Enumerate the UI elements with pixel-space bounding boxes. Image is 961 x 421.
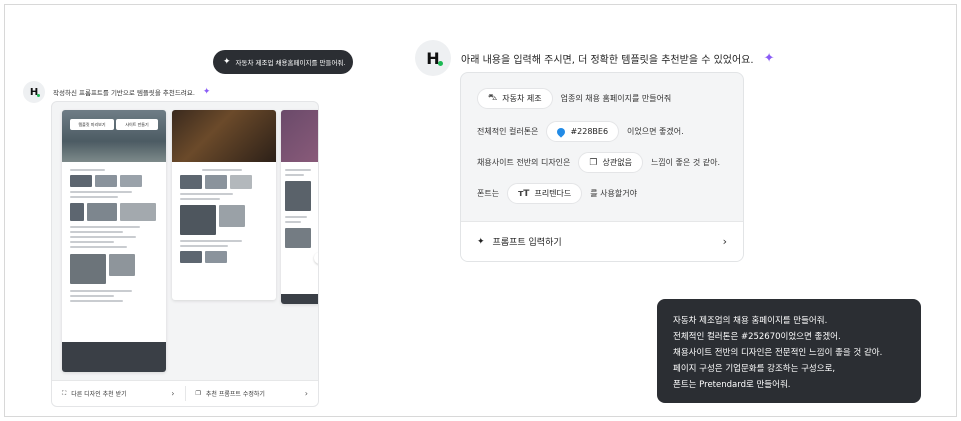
preview-action-bar: ⛶ 다른 디자인 추천 받기 › ❐ 추천 프롬프트 수정하기 › <box>52 380 318 406</box>
app-frame: ✦ 자동차 제조업 채용홈페이지를 만들어줘. H 작성하신 프롬프트를 기반으… <box>4 4 957 417</box>
sparkle-icon: ✦ <box>223 57 231 67</box>
thumbnail-hero-image <box>172 110 276 162</box>
thumbnail-hero-image <box>281 110 318 162</box>
prompt-line: 폰트는 Pretendard로 만들어줘. <box>673 380 791 390</box>
color-drop-icon <box>555 125 568 138</box>
bot-avatar-logo: H <box>415 40 451 76</box>
color-chip[interactable]: #228BE6 <box>546 121 620 142</box>
prompt-line: 채용사이트 전반의 디자인은 전문적인 느낌이 좋을 것 같아. <box>673 348 883 358</box>
prompt-form-card: ⛍ 자동차 제조 업종의 채용 홈페이지를 만들어줘 전체적인 컬러톤은 #22… <box>460 72 744 262</box>
chevron-right-icon: › <box>304 389 308 398</box>
chevron-right-icon: › <box>722 235 727 248</box>
template-thumbnail-3[interactable] <box>281 110 318 304</box>
prompt-line: 자동차 제조업의 채용 홈페이지를 만들어줘. <box>673 316 828 326</box>
sparkle-icon: ✦ <box>202 87 211 97</box>
template-preview-pill[interactable]: 템플릿 미리보기 <box>70 119 114 130</box>
template-thumbnail-1[interactable]: 템플릿 미리보기 사이트 만들기 <box>62 110 166 372</box>
sitemap-icon: ⛶ <box>62 389 67 397</box>
copy-icon: ❐ <box>195 390 201 397</box>
form-row-design: 채용사이트 전반의 디자인은 ❐ 상관없음 느낌이 좋은 것 같아. <box>477 152 720 173</box>
other-design-label: 다른 디자인 추천 받기 <box>71 391 127 398</box>
prompt-input-button[interactable]: ✦ 프롬프트 입력하기 › <box>461 221 743 261</box>
form-row-color: 전체적인 컬러톤은 #228BE6 이었으면 좋겠어. <box>477 121 684 142</box>
form-row-font: 폰트는 тT 프리텐다드 를 사용할거야 <box>477 183 637 204</box>
bot-message-row-right: H 아래 내용을 입력해 주시면, 더 정확한 템플릿을 추천받을 수 있었어요… <box>415 40 774 76</box>
thumbnail-hero-image: 템플릿 미리보기 사이트 만들기 <box>62 110 166 162</box>
template-preview-card: 템플릿 미리보기 사이트 만들기 ⛶ 다른 디자인 추천 받기 › ❐ 추천 프… <box>51 101 319 407</box>
sparkle-icon: ✦ <box>763 50 775 66</box>
other-design-button[interactable]: ⛶ 다른 디자인 추천 받기 › <box>52 381 185 406</box>
prompt-line: 페이지 구성은 기업문화를 강조하는 구성으로, <box>673 364 836 374</box>
form-row-industry: ⛍ 자동차 제조 업종의 채용 홈페이지를 만들어줘 <box>477 88 671 109</box>
template-thumbnail-2[interactable] <box>172 110 276 300</box>
design-chip[interactable]: ❐ 상관없음 <box>578 152 643 173</box>
prompt-input-label: 프롬프트 입력하기 <box>492 238 562 248</box>
bot-avatar-logo: H <box>23 81 45 103</box>
user-message-bubble-small: ✦ 자동차 제조업 채용홈페이지를 만들어줘. <box>213 50 353 74</box>
bot-message-text: 작성하신 프롬프트를 기반으로 템플릿을 추천드려요. <box>53 89 195 97</box>
carousel-next-button[interactable]: › <box>314 252 318 264</box>
layout-icon: ❐ <box>589 157 598 168</box>
edit-prompt-label: 추천 프롬프트 수정하기 <box>205 391 265 398</box>
edit-prompt-button[interactable]: ❐ 추천 프롬프트 수정하기 › <box>186 381 319 406</box>
font-chip[interactable]: тT 프리텐다드 <box>507 183 583 204</box>
user-prompt-bubble: 자동차 제조업의 채용 홈페이지를 만들어줘. 전체적인 컬러톤은 #25267… <box>657 299 921 403</box>
sparkle-icon: ✦ <box>477 236 485 247</box>
car-icon: ⛍ <box>488 93 498 103</box>
create-site-pill[interactable]: 사이트 만들기 <box>116 119 158 130</box>
font-icon: тT <box>518 188 530 199</box>
prompt-line: 전체적인 컬러톤은 #252670이었으면 좋겠어. <box>673 332 841 342</box>
industry-chip[interactable]: ⛍ 자동차 제조 <box>477 88 553 109</box>
user-message-text: 자동차 제조업 채용홈페이지를 만들어줘. <box>235 59 346 67</box>
bot-message-row-left: H 작성하신 프롬프트를 기반으로 템플릿을 추천드려요. ✦ <box>23 81 210 103</box>
bot-message-text: 아래 내용을 입력해 주시면, 더 정확한 템플릿을 추천받을 수 있었어요. <box>461 54 754 66</box>
chevron-right-icon: › <box>171 389 175 398</box>
